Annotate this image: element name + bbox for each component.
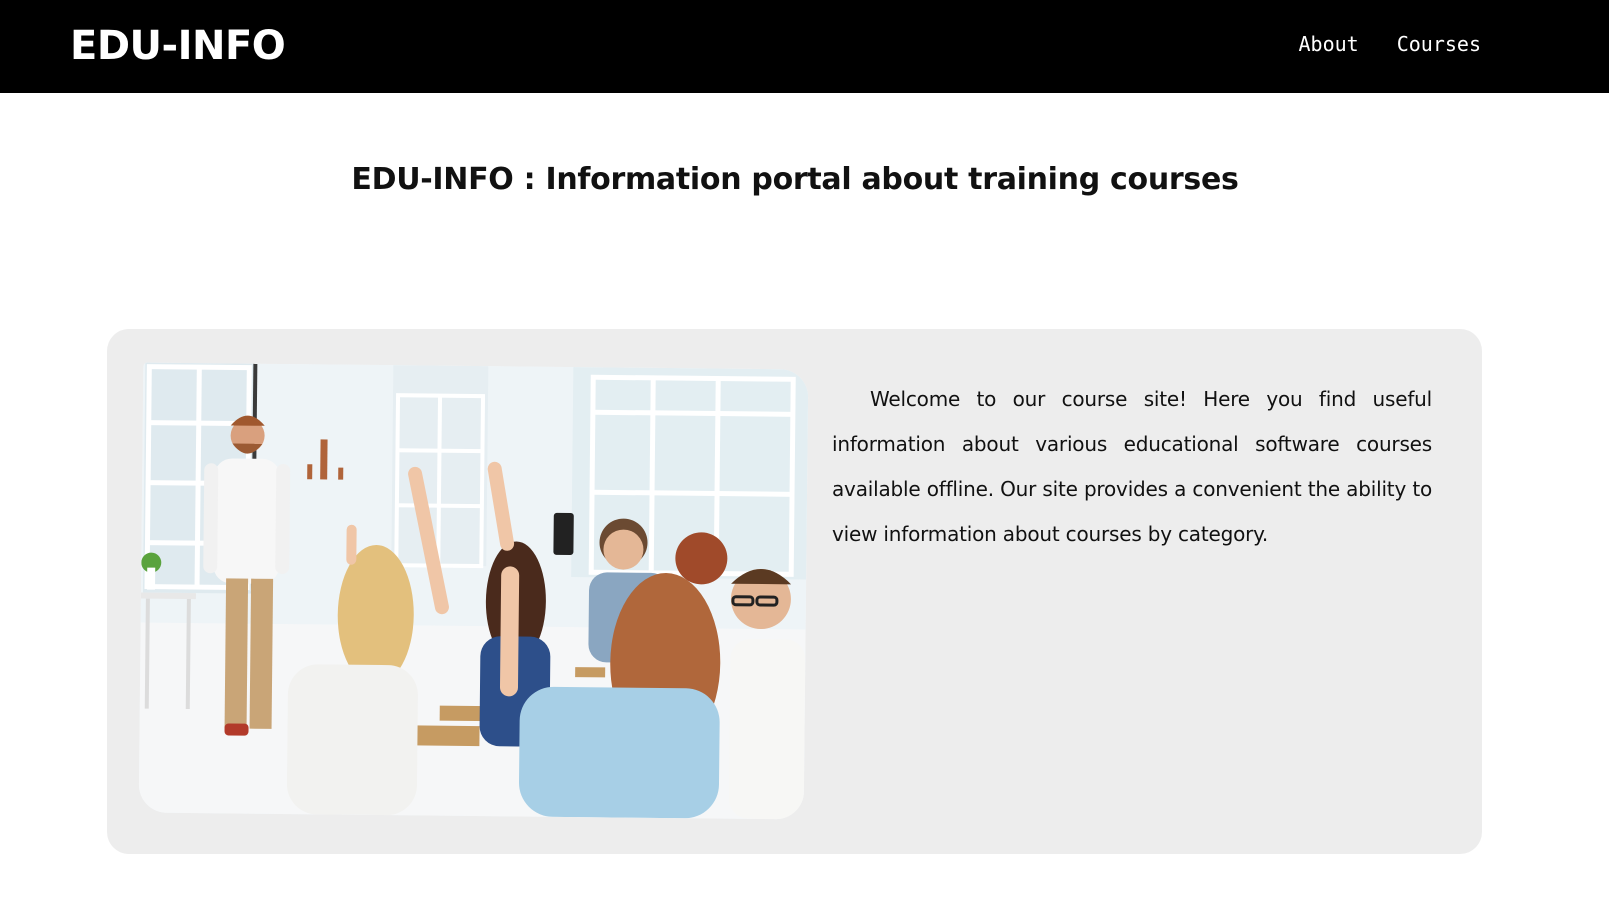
site-logo[interactable]: EDU-INFO: [70, 20, 286, 72]
main-nav: About Courses: [1298, 30, 1481, 58]
intro-card: Welcome to our course site! Here you fin…: [107, 329, 1482, 854]
nav-link-about[interactable]: About: [1298, 30, 1358, 58]
nav-link-courses[interactable]: Courses: [1397, 30, 1481, 58]
intro-text: Welcome to our course site! Here you fin…: [832, 387, 1432, 546]
top-navigation-bar: EDU-INFO About Courses: [0, 0, 1609, 93]
page-title: EDU-INFO : Information portal about trai…: [351, 162, 1239, 197]
classroom-photo: [138, 362, 809, 820]
